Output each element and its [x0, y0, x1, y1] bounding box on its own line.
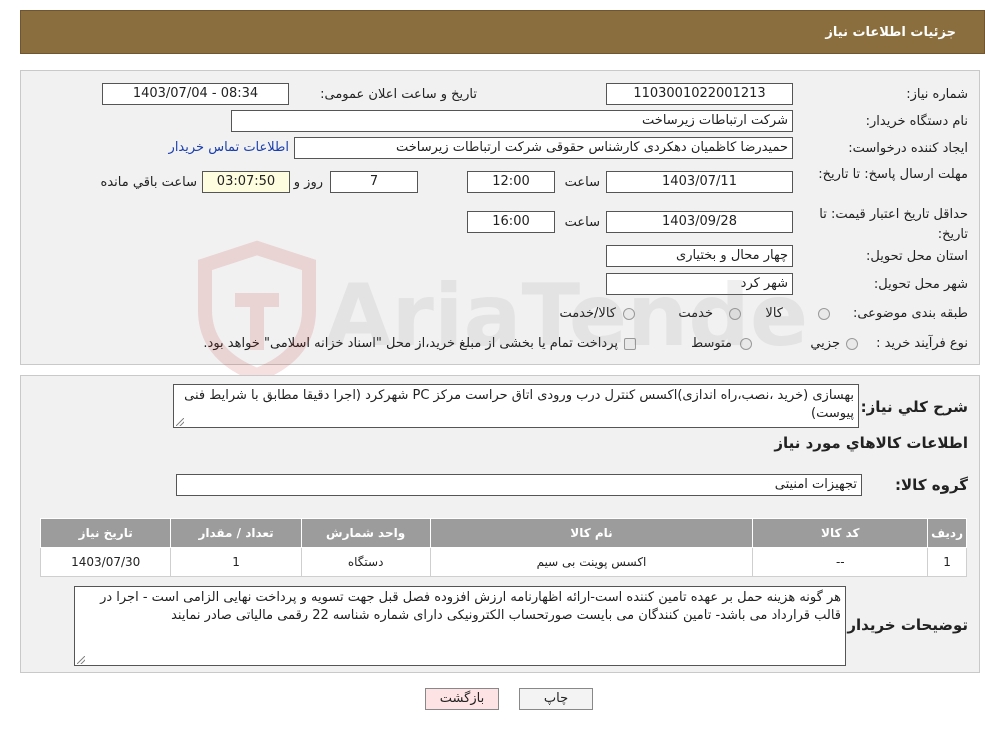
deadline-time-label: ساعت [564, 175, 600, 190]
requester-label: ایجاد کننده درخواست: [848, 141, 968, 156]
column-unit: واحد شمارش [300, 518, 431, 548]
description-label: شرح کلي نياز: [860, 398, 968, 416]
back-button[interactable]: بازگشت [425, 688, 499, 710]
column-goods-name: نام کالا [429, 518, 754, 548]
category-goods-radio[interactable] [818, 308, 830, 320]
goods-section-title: اطلاعات کالاهاي مورد نياز [774, 434, 968, 452]
category-service-label: خدمت [678, 306, 713, 321]
column-goods-code: کد کالا [752, 518, 929, 548]
cell-goods-code: -- [752, 547, 929, 577]
remaining-time-field: 03:07:50 [202, 171, 290, 193]
process-partial-radio[interactable] [846, 338, 858, 350]
requester-field[interactable]: حمیدرضا کاظمیان دهکردی کارشناس حقوقی شرک… [294, 137, 793, 159]
treasury-payment-note: پرداخت تمام یا بخشی از مبلغ خرید،از محل … [203, 336, 618, 351]
cell-need-date: 1403/07/30 [39, 547, 172, 577]
cell-unit: دستگاه [300, 547, 431, 577]
city-label: شهر محل تحویل: [873, 277, 968, 292]
goods-table: رديف کد کالا نام کالا واحد شمارش تعداد /… [39, 518, 967, 577]
buyer-notes-textarea[interactable]: هر گونه هزینه حمل بر عهده تامین کننده اس… [74, 586, 846, 666]
table-row: 1 -- اکسس پوینت بی سیم دستگاه 1 1403/07/… [39, 547, 967, 577]
category-service-radio[interactable] [729, 308, 741, 320]
buyer-org-label: نام دستگاه خریدار: [865, 114, 968, 129]
price-validity-date-field[interactable]: 1403/09/28 [606, 211, 793, 233]
need-number-field[interactable]: 1103001022001213 [606, 83, 793, 105]
process-type-label: نوع فرآیند خرید : [876, 336, 968, 351]
deadline-time-field[interactable]: 12:00 [467, 171, 555, 193]
deadline-label: مهلت ارسال پاسخ: تا تاریخ: [818, 167, 968, 182]
category-goods-service-radio[interactable] [623, 308, 635, 320]
buyer-org-field[interactable]: شرکت ارتباطات زیرساخت [231, 110, 793, 132]
page-title: جزئیات اطلاعات نیاز [825, 25, 956, 40]
process-partial-label: جزيي [810, 336, 840, 351]
column-row-number: رديف [927, 518, 967, 548]
column-quantity: تعداد / مقدار [170, 518, 302, 548]
goods-table-header: رديف کد کالا نام کالا واحد شمارش تعداد /… [39, 518, 967, 548]
print-button[interactable]: چاپ [519, 688, 593, 710]
page-header: جزئیات اطلاعات نیاز [20, 10, 985, 54]
province-label: استان محل تحویل: [866, 249, 968, 264]
days-field[interactable]: 7 [330, 171, 418, 193]
buyer-contact-link[interactable]: اطلاعات تماس خریدار [169, 140, 289, 155]
need-number-label: شماره نیاز: [906, 87, 968, 102]
price-validity-time-field[interactable]: 16:00 [467, 211, 555, 233]
cell-row-number: 1 [927, 547, 967, 577]
description-text: بهسازی (خرید ،نصب،راه اندازی)اکسس کنترل … [184, 388, 854, 421]
column-need-date: تاريخ نياز [39, 518, 172, 548]
description-textarea[interactable]: بهسازی (خرید ،نصب،راه اندازی)اکسس کنترل … [173, 384, 859, 428]
category-label: طبقه بندی موضوعی: [852, 306, 968, 321]
cell-goods-name: اکسس پوینت بی سیم [429, 547, 754, 577]
announce-datetime-label: تاریخ و ساعت اعلان عمومی: [320, 87, 477, 102]
goods-group-field[interactable]: تجهیزات امنیتی [176, 474, 862, 496]
province-field[interactable]: چهار محال و بختیاری [606, 245, 793, 267]
price-validity-time-label: ساعت [564, 215, 600, 230]
city-field[interactable]: شهر کرد [606, 273, 793, 295]
buyer-notes-label: توضیحات خریدار: [841, 616, 968, 634]
category-goods-service-label: کالا/خدمت [559, 306, 616, 321]
cell-quantity: 1 [170, 547, 302, 577]
goods-group-label: گروه کالا: [895, 476, 968, 494]
process-medium-label: متوسط [691, 336, 732, 351]
remaining-time-label: ساعت باقي مانده [100, 175, 197, 190]
process-medium-radio[interactable] [740, 338, 752, 350]
treasury-payment-checkbox[interactable] [624, 338, 636, 350]
price-validity-label: حداقل تاريخ اعتبار قيمت: تا تاريخ: [819, 207, 968, 242]
deadline-date-field[interactable]: 1403/07/11 [606, 171, 793, 193]
buyer-notes-text: هر گونه هزینه حمل بر عهده تامین کننده اس… [100, 590, 841, 623]
resize-grip-icon[interactable] [77, 656, 85, 664]
announce-datetime-field[interactable]: 1403/07/04 - 08:34 [102, 83, 289, 105]
days-label: روز و [293, 175, 323, 190]
resize-grip-icon[interactable] [176, 418, 184, 426]
category-goods-label: کالا [765, 306, 783, 321]
